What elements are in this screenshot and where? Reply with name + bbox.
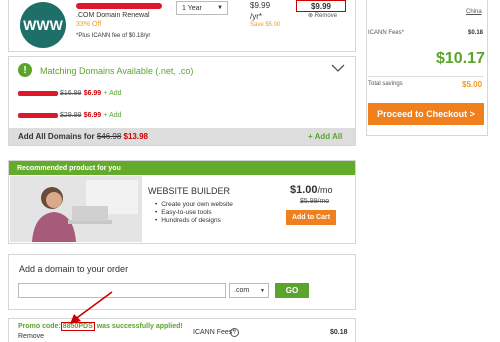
icann-fee-note: *Plus ICANN fee of $0.18/yr	[76, 33, 151, 39]
promo-prefix: Promo code	[18, 323, 59, 330]
add-to-cart-button[interactable]: Add to Cart	[286, 210, 336, 225]
term-value: 1 Year	[182, 4, 202, 12]
product-price-value: $1.00	[290, 184, 318, 196]
promo-remove-link[interactable]: Remove	[18, 333, 44, 340]
promo-icann-label: ICANN Fees*	[193, 329, 236, 336]
suggestion-prices: $16.99 $6.99 + Add	[60, 88, 122, 97]
summary-divider	[368, 76, 484, 77]
total-savings-value: $5.00	[462, 80, 483, 89]
summary-icann-label: ICANN Fees*	[368, 30, 405, 36]
summary-icann-value: $0.18	[468, 30, 484, 36]
domain-logo: WWW	[20, 2, 66, 48]
promo-icann-value: $0.18	[330, 329, 348, 336]
suggestion-row	[18, 91, 58, 96]
country-link[interactable]: China	[466, 9, 482, 15]
redacted-domain-name	[18, 113, 58, 118]
tld-select[interactable]: .com ▼	[229, 283, 269, 298]
order-total: $10.17	[436, 50, 485, 67]
total-savings-label: Total savings	[368, 81, 403, 87]
tld-value: .com	[234, 287, 250, 294]
suggestion-prices: $29.99 $6.99 + Add	[60, 110, 122, 119]
add-domain-panel	[8, 254, 356, 310]
final-price: $9.99	[296, 0, 346, 12]
product-price-unit: /mo	[317, 185, 333, 195]
redacted-domain-name	[76, 3, 162, 9]
go-button[interactable]: GO	[275, 283, 309, 298]
woman-laptop-image	[10, 176, 142, 242]
recommended-header: Recommended product for you	[9, 161, 355, 175]
add-all-text: Add All Domains for	[18, 132, 95, 141]
add-all-old-price: $46.98	[96, 132, 122, 141]
suggestion-old-price: $16.99	[60, 90, 82, 97]
feature-item: Hundreds of designs	[155, 217, 233, 225]
remove-label: Remove	[314, 13, 338, 19]
list-price: $9.99	[250, 1, 271, 10]
item-discount: 33% Off	[76, 21, 102, 28]
item-description: .COM Domain Renewal	[76, 12, 150, 19]
term-select[interactable]: 1 Year ▼	[176, 1, 228, 15]
add-domain-title: Add a domain to your order	[19, 264, 129, 274]
feature-item: Create your own website	[155, 201, 233, 209]
suggestion-add-button[interactable]: + Add	[103, 90, 121, 97]
chevron-down-icon: ▼	[217, 5, 223, 11]
suggestion-new-price: $6.99	[83, 112, 102, 119]
product-features: Create your own website Easy-to-use tool…	[155, 201, 233, 225]
help-icon[interactable]: ?	[230, 328, 239, 337]
matching-domains-title: Matching Domains Available (.net, .co)	[40, 66, 194, 76]
suggestion-row	[18, 113, 58, 118]
chevron-down-icon[interactable]	[331, 63, 345, 73]
product-price: $1.00/mo	[290, 184, 333, 196]
suggestion-old-price: $29.99	[60, 112, 82, 119]
remove-circle-icon: ⊗	[308, 13, 314, 19]
suggestion-add-button[interactable]: + Add	[103, 112, 121, 119]
suggestion-new-price: $6.99	[83, 90, 102, 97]
product-old-price: $5.99/mo	[300, 198, 330, 205]
add-all-button[interactable]: + Add All	[308, 132, 342, 141]
remove-item-link[interactable]: ⊗ Remove	[308, 12, 337, 19]
product-photo	[10, 176, 142, 242]
product-title: WEBSITE BUILDER	[148, 186, 231, 196]
list-price-unit: /yr*	[250, 12, 262, 21]
proceed-to-checkout-button[interactable]: Proceed to Checkout >	[368, 103, 484, 125]
exclamation-icon: !	[18, 63, 32, 77]
add-all-label: Add All Domains for $46.98 $13.98	[18, 132, 148, 141]
annotation-arrow-icon	[70, 291, 113, 324]
redacted-domain-name	[18, 91, 58, 96]
chevron-down-icon: ▼	[260, 288, 265, 294]
add-all-new-price: $13.98	[123, 132, 148, 141]
domain-search-input[interactable]	[18, 283, 226, 298]
item-savings: Save $5.00	[250, 22, 281, 28]
feature-item: Easy-to-use tools	[155, 209, 233, 217]
